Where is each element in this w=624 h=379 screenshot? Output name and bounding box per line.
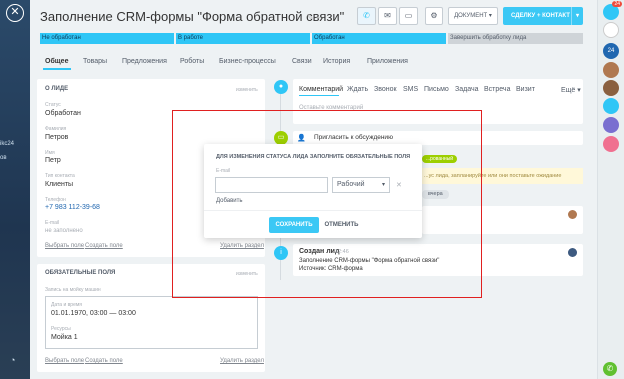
tab-history[interactable]: История [323,58,350,65]
ctab-task[interactable]: Задача [455,86,479,93]
call-button[interactable]: ✆ [603,362,617,376]
phone-icon[interactable]: ✆ [357,7,376,25]
phone-link[interactable]: +7 983 112-39-68 [45,204,100,211]
ctab-comment[interactable]: Комментарий [299,86,343,93]
stage-processed[interactable]: Обработан [312,33,446,44]
tab-bizproc[interactable]: Бизнес-процессы [219,58,276,65]
email-field[interactable] [215,177,328,193]
chevron-down-icon: ▾ [381,182,385,188]
mail-icon[interactable]: ✉ [378,7,397,25]
stage-finish[interactable]: Завершить обработку лида [448,33,583,44]
field-label: Имя [45,150,55,156]
ctab-email[interactable]: Письмо [424,86,449,93]
email-type-select[interactable]: Рабочий ▾ [332,177,390,193]
clock-icon[interactable] [603,22,619,38]
tab-offers[interactable]: Предложения [122,58,167,65]
notifications-icon[interactable]: 24 [603,1,622,20]
comment-icon: ● [274,80,288,94]
avatar [568,248,577,257]
field-label: Статус [45,102,61,108]
select-field-link[interactable]: Выбрать поле [45,243,84,249]
field-value: не заполнено [45,228,83,234]
left-strip [0,0,30,379]
required-title: ОБЯЗАТЕЛЬНЫЕ ПОЛЯ [45,270,116,276]
ctab-visit[interactable]: Визит [516,86,535,93]
deal-contact-button[interactable]: СДЕЛКУ + КОНТАКТ ▾ [503,7,583,25]
tab-products[interactable]: Товары [83,58,107,65]
cancel-button[interactable]: ОТМЕНИТЬ [324,217,359,233]
about-title: О ЛИДЕ [45,86,69,92]
edit-icon[interactable]: ✎ ⌁ [307,13,321,22]
booking-label: Запись на мойку машин [45,287,101,293]
document-button[interactable]: ДОКУМЕНТ ▾ [448,7,498,25]
date-value: 01.01.1970, 03:00 — 03:00 [51,310,136,317]
select-field-link[interactable]: Выбрать поле [45,358,84,364]
tab-underline [43,68,71,70]
ctab-meeting[interactable]: Встреча [484,86,510,93]
gear-icon[interactable]: ⚙ [425,7,443,25]
required-fields-modal: ДЛЯ ИЗМЕНЕНИЯ СТАТУСА ЛИДА ЗАПОЛНИТЕ ОБЯ… [204,144,422,238]
chat-icon[interactable]: ▭ [399,7,418,25]
ctab-sms[interactable]: SMS [403,86,418,93]
avatar[interactable] [603,62,619,78]
stage-new[interactable]: Не обработан [40,33,174,44]
avatar[interactable] [603,98,619,114]
create-field-link[interactable]: Создать поле [85,243,123,249]
modal-title: ДЛЯ ИЗМЕНЕНИЯ СТАТУСА ЛИДА ЗАПОЛНИТЕ ОБЯ… [216,154,411,160]
remove-icon[interactable]: ✕ [396,181,402,189]
strip-text: ов [0,155,7,161]
field-value: Клиенты [45,181,74,188]
right-sidebar: 24 24 [597,0,624,379]
save-button[interactable]: СОХРАНИТЬ [269,217,319,233]
ctab-underline [299,95,339,96]
resource-label: Ресурсы [51,326,71,332]
avatar [568,210,577,219]
delete-section-link[interactable]: Удалить раздел [220,358,264,364]
add-link[interactable]: Добавить [216,198,243,204]
close-icon[interactable]: ✕ [6,4,24,22]
resource-value: Мойка 1 [51,334,78,341]
field-label: Телефон [45,197,66,203]
avatar[interactable] [603,117,619,133]
strip-text: ikc24 [0,141,15,147]
tab-general[interactable]: Общее [45,58,68,65]
field-value: Обработан [45,110,81,117]
b24-icon[interactable]: 24 [603,43,619,59]
wifi-icon: ◔ [10,355,16,365]
tab-robots[interactable]: Роботы [180,58,204,65]
avatar[interactable] [603,80,619,96]
ctab-more[interactable]: Ещё ▾ [561,86,581,94]
email-label: E-mail [216,168,231,174]
field-value: Петр [45,157,61,164]
date-label: Дата и время [51,302,83,308]
ctab-call[interactable]: Звонок [374,86,397,93]
tab-links[interactable]: Связи [292,58,312,65]
ctab-wait[interactable]: Ждать [347,86,368,93]
create-field-link[interactable]: Создать поле [85,358,123,364]
field-label: Тип контакта [45,173,75,179]
about-edit-link[interactable]: изменить [236,87,258,93]
field-label: E-mail [45,220,60,226]
field-label: Фамилия [45,126,67,132]
page-title: Заполнение CRM-формы "Форма обратной свя… [40,9,345,24]
field-value: Петров [45,134,69,141]
stage-in-progress[interactable]: В работе [176,33,310,44]
avatar[interactable] [603,136,619,152]
tab-apps[interactable]: Приложения [367,58,408,65]
